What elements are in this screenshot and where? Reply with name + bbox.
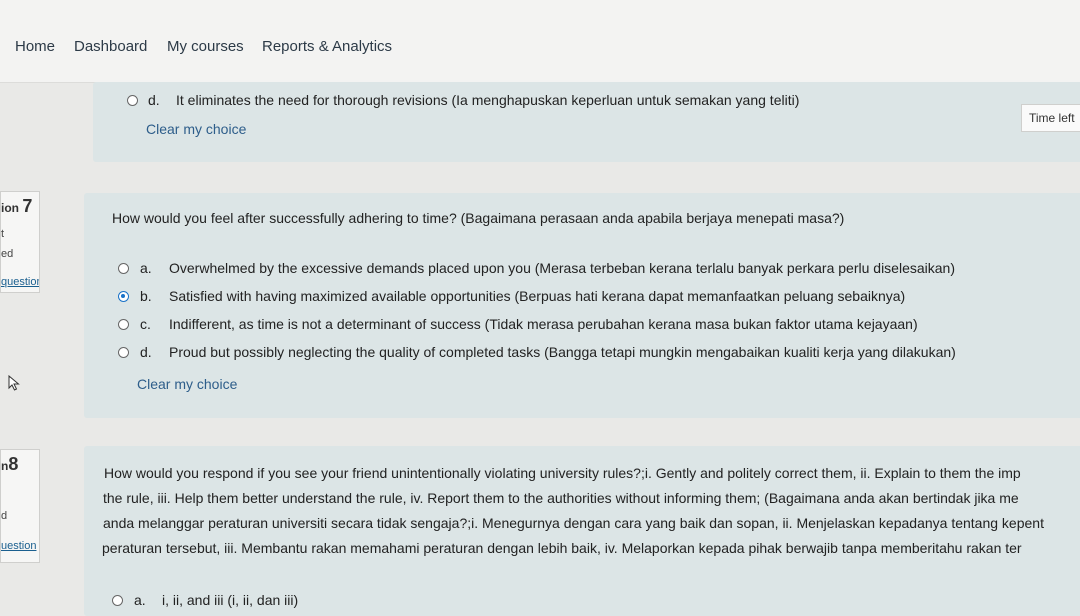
- q7-option-d-letter: d.: [140, 344, 152, 360]
- q7-option-c-radio[interactable]: [118, 319, 129, 330]
- question-8-text-line: peraturan tersebut, iii. Membantu rakan …: [102, 540, 1022, 556]
- q6-clear-choice-link[interactable]: Clear my choice: [146, 121, 246, 137]
- question-8-number: n8: [1, 454, 19, 474]
- q7-option-b-label[interactable]: Satisfied with having maximized availabl…: [169, 288, 905, 304]
- question-8-flag-link[interactable]: uestion: [1, 540, 36, 552]
- q7-option-b-radio[interactable]: [118, 291, 129, 302]
- question-7-state-top: t: [1, 228, 5, 240]
- q7-option-d-label[interactable]: Proud but possibly neglecting the qualit…: [169, 344, 956, 360]
- nav-my-courses[interactable]: My courses: [167, 38, 244, 55]
- nav-reports-analytics[interactable]: Reports & Analytics: [262, 38, 392, 55]
- top-navigation: Home Dashboard My courses Reports & Anal…: [0, 0, 1080, 83]
- nav-home[interactable]: Home: [15, 38, 55, 55]
- q6-option-d-radio[interactable]: [127, 95, 138, 106]
- question-8-text-line: How would you respond if you see your fr…: [104, 465, 1021, 481]
- question-7-text: How would you feel after successfully ad…: [112, 210, 845, 226]
- q7-clear-choice-link[interactable]: Clear my choice: [137, 376, 237, 392]
- question-8-info: n8 d uestion: [0, 449, 40, 563]
- question-7-state: ed: [1, 248, 14, 260]
- q6-option-d-letter: d.: [148, 92, 160, 108]
- question-8-state: d: [1, 510, 8, 522]
- q7-option-a-radio[interactable]: [118, 263, 129, 274]
- q7-option-c-letter: c.: [140, 316, 151, 332]
- q6-option-d-label[interactable]: It eliminates the need for thorough revi…: [176, 92, 799, 108]
- mouse-cursor-icon: [8, 375, 20, 391]
- question-8-text-line: anda melanggar peraturan universiti seca…: [103, 515, 1044, 531]
- q7-option-b-letter: b.: [140, 288, 152, 304]
- question-7-number: ion 7: [1, 196, 33, 216]
- question-7-flag-link[interactable]: question: [1, 276, 39, 288]
- q7-option-a-letter: a.: [140, 260, 152, 276]
- q7-option-c-label[interactable]: Indifferent, as time is not a determinan…: [169, 316, 918, 332]
- time-left-timer: Time left: [1021, 104, 1080, 132]
- q7-option-d-radio[interactable]: [118, 347, 129, 358]
- q7-option-a-label[interactable]: Overwhelmed by the excessive demands pla…: [169, 260, 955, 276]
- q8-option-a-radio[interactable]: [112, 595, 123, 606]
- nav-dashboard[interactable]: Dashboard: [74, 38, 147, 55]
- q8-option-a-letter: a.: [134, 592, 146, 608]
- q8-option-a-label[interactable]: i, ii, and iii (i, ii, dan iii): [162, 592, 298, 608]
- question-7-info: ion 7 t ed question: [0, 191, 40, 293]
- question-8-text-line: the rule, iii. Help them better understa…: [103, 490, 1019, 506]
